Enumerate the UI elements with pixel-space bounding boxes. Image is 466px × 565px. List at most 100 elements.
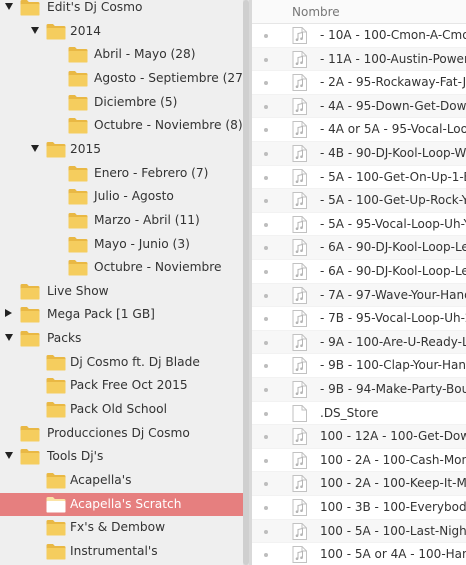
file-name: - 5A - 100-Get-On-Up-1-Bar- [320,169,466,184]
tree-item-enero-febrero-7[interactable]: Enero - Febrero (7) [0,162,250,185]
column-header-name[interactable]: Nombre [292,5,340,19]
tree-item-acapella-s[interactable]: Acapella's [0,469,250,492]
row-bullet [264,411,268,416]
file-row[interactable]: - 6A - 90-DJ-Kool-Loop-Let- [252,236,466,260]
tree-item-marzo-abril-11[interactable]: Marzo - Abril (11) [0,209,250,232]
tree-item-packs[interactable]: Packs [0,327,250,350]
row-bullet [264,435,268,440]
file-row[interactable]: - 2A - 95-Rockaway-Fat-Joe [252,71,466,95]
tree-item-label: 2014 [70,23,102,38]
file-row[interactable]: - 9A - 100-Are-U-Ready-Ladi [252,330,466,355]
file-row[interactable]: 100 - 3B - 100-Everybody-Ov [252,496,466,520]
file-row[interactable]: - 6A - 90-DJ-Kool-Loop-Let- [252,260,466,284]
file-row[interactable]: - 7A - 97-Wave-Your-Hands- [252,283,466,308]
folder-icon [46,354,66,371]
file-row[interactable]: - 9B - 100-Clap-Your-Hands- [252,354,466,378]
audio-file-icon [292,168,307,186]
file-row[interactable]: 100 - 5A or 4A - 100-Hands-C [252,543,466,565]
tree-item-instrumental-s[interactable]: Instrumental's [0,540,250,563]
tree-item-live-show[interactable]: Live Show [0,280,250,303]
tree-item-octubre-noviembre-8[interactable]: Octubre - Noviembre (8) [0,114,250,137]
tree-item-edit-s-dj-cosmo[interactable]: Edit's Dj Cosmo [0,0,250,19]
file-row[interactable]: - 10A - 100-Cmon-A-Cmon-1 [252,24,466,48]
tree-item-label: Abril - Mayo (28) [94,47,196,62]
row-bullet [264,152,268,156]
tree-item-label: Fx's & Dembow [70,520,166,535]
file-name: 100 - 2A - 100-Keep-It-Movin [320,476,466,491]
file-name: - 6A - 90-DJ-Kool-Loop-Let- [320,264,466,278]
tree-item-julio-agosto[interactable]: Julio - Agosto [0,185,250,208]
audio-file-icon [292,286,307,304]
audio-file-icon [292,50,307,68]
file-row[interactable]: 100 - 2A - 100-Keep-It-Movin [252,472,466,496]
tree-item-fx-s-dembow[interactable]: Fx's & Dembow [0,516,250,539]
row-bullet [264,553,268,558]
tree-item-diciembre-5[interactable]: Diciembre (5) [0,91,250,114]
tree-item-agosto-septiembre-27[interactable]: Agosto - Septiembre (27) [0,67,250,90]
file-row[interactable]: - 9B - 94-Make-Party-Bounc [252,378,466,402]
caret-down-icon[interactable] [31,144,39,152]
file-name: - 4A - 95-Down-Get-Down-1 [320,98,466,113]
folder-icon [20,448,40,465]
file-row[interactable]: - 5A - 100-Get-Up-Rock-You [252,189,466,213]
caret-down-icon[interactable] [31,26,39,34]
file-name: 100 - 5A or 4A - 100-Hands-C [320,547,466,562]
row-bullet [264,317,268,322]
tree-item-label: Tools Dj's [47,449,104,464]
row-bullet [264,57,268,62]
tree-item-pack-free-oct-2015[interactable]: Pack Free Oct 2015 [0,374,250,397]
caret-right-icon[interactable] [5,309,12,318]
tree-item-abril-mayo-28[interactable]: Abril - Mayo (28) [0,43,250,66]
row-bullet [264,340,268,345]
file-row[interactable]: 100 - 5A - 100-Last-Night-A-D [252,519,466,544]
tree-item-tools-dj-s[interactable]: Tools Dj's [0,445,250,468]
caret-down-icon[interactable] [5,452,13,460]
file-row[interactable]: - 5A - 95-Vocal-Loop-Uh-Yea [252,213,466,237]
file-row[interactable]: - 7B - 95-Vocal-Loop-Uh-2-E [252,307,466,331]
tree-item-label: Agosto - Septiembre (27) [94,70,248,85]
tree-item-2015[interactable]: 2015 [0,138,250,161]
caret-down-icon[interactable] [5,3,13,10]
tree-item-label: Enero - Febrero (7) [94,165,209,180]
tree-item-acapella-s-scratch[interactable]: Acapella's Scratch [0,492,250,516]
tree-item-mega-pack-1-gb[interactable]: Mega Pack [1 GB] [0,303,250,326]
audio-file-icon [292,263,307,280]
tree-item-mayo-junio-3[interactable]: Mayo - Junio (3) [0,233,250,256]
file-row[interactable]: - 5A - 100-Get-On-Up-1-Bar- [252,166,466,190]
tree-item-label: Mayo - Junio (3) [94,236,190,251]
folder-icon [46,472,66,489]
tree-item-dj-cosmo-ft-dj-blade[interactable]: Dj Cosmo ft. Dj Blade [0,351,250,374]
row-bullet [264,128,268,133]
row-bullet [264,458,268,463]
blank-file-icon [292,404,307,422]
file-name: - 6A - 90-DJ-Kool-Loop-Let- [320,240,466,255]
folder-icon [68,236,88,253]
file-row[interactable]: - 4A or 5A - 95-Vocal-Loop-Y [252,118,466,142]
list-header[interactable]: Nombre [252,0,466,24]
file-name: - 7A - 97-Wave-Your-Hands- [320,287,466,302]
file-row[interactable]: - 4B - 90-DJ-Kool-Loop-Wait [252,142,466,166]
folder-icon [46,519,66,536]
file-row[interactable]: - 11A - 100-Austin-Powers-Y [252,47,466,72]
file-row[interactable]: .DS_Store [252,402,466,426]
tree-item-producciones-dj-cosmo[interactable]: Producciones Dj Cosmo [0,422,250,445]
tree-item-label: 2015 [70,141,102,156]
tree-item-pack-old-school[interactable]: Pack Old School [0,398,250,421]
file-row[interactable]: - 4A - 95-Down-Get-Down-1 [252,94,466,119]
file-row[interactable]: 100 - 2A - 100-Cash-Money-C [252,449,466,473]
folder-icon [68,46,88,63]
file-name: 100 - 2A - 100-Cash-Money-C [320,452,466,467]
audio-file-icon [292,215,307,233]
tree-item-label: Producciones Dj Cosmo [47,425,190,440]
tree-item-2014[interactable]: 2014 [0,20,250,43]
file-row[interactable]: 100 - 12A - 100-Get-Down-Ro [252,425,466,449]
tree-item-label: Edit's Dj Cosmo [47,0,143,14]
tree-item-octubre-noviembre[interactable]: Octubre - Noviembre [0,256,250,279]
folder-icon [46,141,66,158]
file-name: - 9A - 100-Are-U-Ready-Ladi [320,334,466,349]
folder-icon [46,401,66,418]
row-bullet [264,104,268,109]
row-bullet [264,199,268,204]
row-bullet [264,34,268,38]
caret-down-icon[interactable] [5,334,13,342]
